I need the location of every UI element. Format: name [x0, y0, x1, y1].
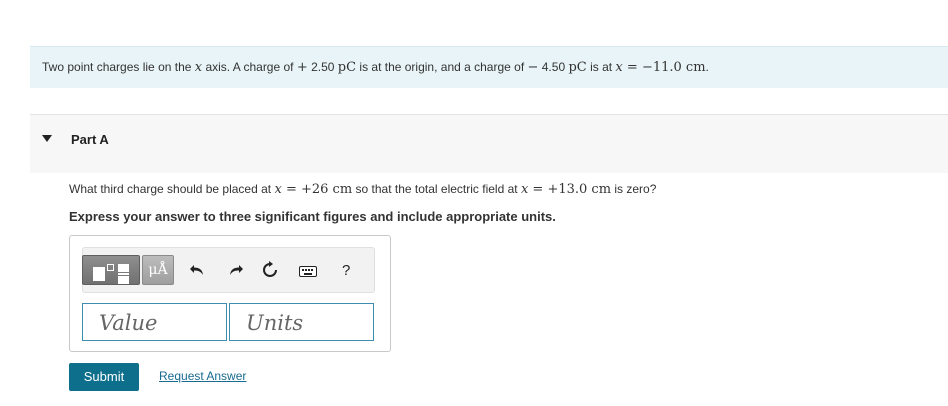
charge2-unit: pC	[568, 60, 587, 75]
request-answer-link[interactable]: Request Answer	[159, 369, 246, 383]
units-input[interactable]: Units	[229, 303, 374, 341]
template-block-icon	[93, 267, 105, 281]
templates-button[interactable]	[82, 255, 140, 285]
submit-button[interactable]: Submit	[69, 363, 139, 391]
charge2-sign: −	[527, 60, 539, 75]
reset-icon[interactable]	[261, 261, 279, 279]
question-text-part: is zero?	[611, 182, 657, 196]
placement-position: +26 cm	[300, 182, 353, 197]
var-x: x	[194, 60, 203, 75]
field-point-position: +13.0 cm	[547, 182, 612, 197]
units-button[interactable]: μÅ	[142, 255, 174, 285]
question-text: What third charge should be placed at x …	[69, 182, 656, 197]
problem-text-part: Two point charges lie on the	[42, 60, 195, 74]
charge1-value: 2.50	[307, 60, 338, 74]
template-fraction-top-icon	[118, 264, 129, 272]
problem-text: Two point charges lie on the x axis. A c…	[42, 60, 709, 75]
question-text-part: so that the total electric field at	[352, 182, 521, 196]
equals: =	[281, 182, 301, 197]
var-x: x	[274, 182, 282, 197]
charge2-position: −11.0 cm	[641, 60, 706, 75]
problem-text-part: is at	[586, 60, 616, 74]
value-input[interactable]: Value	[82, 303, 227, 341]
template-superscript-icon	[107, 264, 114, 271]
problem-text-part: axis. A charge of	[202, 60, 297, 74]
help-button[interactable]: ?	[342, 262, 350, 279]
charge1-unit: pC	[337, 60, 357, 75]
units-button-label: μÅ	[148, 262, 168, 278]
template-fraction-bar-icon	[118, 273, 129, 275]
math-toolbar: μÅ ?	[82, 247, 375, 293]
keyboard-icon[interactable]	[299, 266, 317, 277]
problem-text-part: .	[705, 60, 709, 74]
template-fraction-bottom-icon	[118, 276, 129, 284]
undo-icon[interactable]	[189, 262, 207, 278]
problem-statement: Two point charges lie on the x axis. A c…	[30, 46, 948, 88]
charge2-value: 4.50	[538, 60, 569, 74]
var-x: x	[615, 60, 623, 75]
problem-text-part: is at the origin, and a charge of	[356, 60, 528, 74]
part-a-header[interactable]: Part A	[30, 114, 948, 173]
redo-icon[interactable]	[226, 262, 244, 278]
equals: =	[622, 60, 642, 75]
question-text-part: What third charge should be placed at	[69, 182, 275, 196]
equals: =	[528, 182, 548, 197]
answer-instruction: Express your answer to three significant…	[69, 209, 556, 224]
part-title: Part A	[71, 132, 109, 147]
answer-box: μÅ ? Value Units	[69, 235, 391, 352]
charge1-sign: +	[296, 60, 308, 75]
collapse-caret-icon[interactable]	[42, 135, 52, 142]
